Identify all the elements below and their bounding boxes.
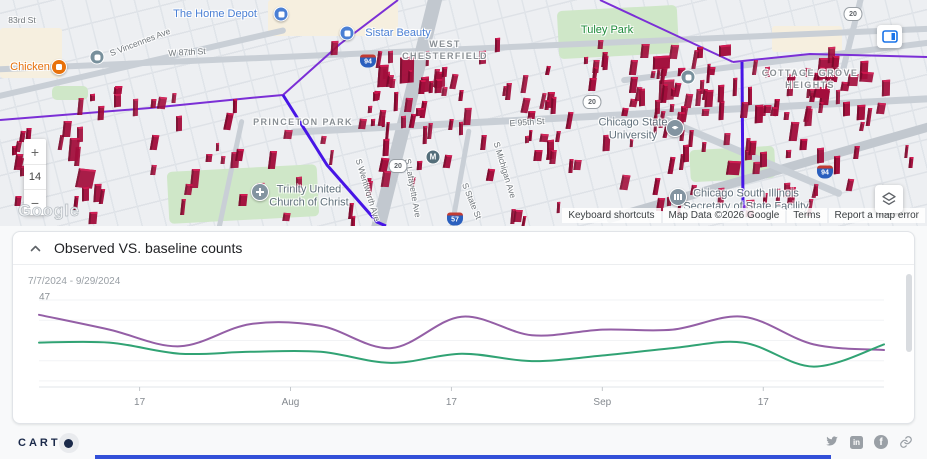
- share-link-icon[interactable]: [899, 435, 913, 449]
- map-park-area: [52, 86, 88, 100]
- poi-label[interactable]: Sistar Beauty: [365, 27, 430, 40]
- zoom-in-button[interactable]: +: [24, 139, 46, 164]
- poi-glyph: [56, 64, 62, 70]
- pin-blue-icon[interactable]: [273, 6, 289, 22]
- widget-card-observed-vs-baseline: Observed VS. baseline counts 7/7/2024 - …: [12, 231, 915, 424]
- card-scrollbar-thumb[interactable]: [906, 274, 912, 352]
- chart-y-max-label: 47: [39, 292, 51, 303]
- social-links: in f: [825, 435, 913, 449]
- map-canvas[interactable]: 83rd St S Vincennes Ave W 87th St E 95th St…: [0, 0, 927, 226]
- poi-label[interactable]: The Home Depot: [173, 8, 257, 21]
- x-tick-label: Sep: [593, 397, 611, 408]
- series-line-baseline: [38, 340, 885, 368]
- widget-title: Observed VS. baseline counts: [54, 240, 243, 256]
- poi-label[interactable]: Tuley Park: [581, 24, 633, 37]
- google-logo[interactable]: Google: [18, 201, 80, 221]
- x-tick-label: 17: [758, 397, 770, 408]
- x-tick-label: 17: [134, 397, 146, 408]
- series-line-observed: [38, 313, 885, 351]
- linkedin-icon[interactable]: in: [850, 435, 863, 449]
- carto-logo-o: [58, 433, 79, 453]
- poi-glyph: [671, 125, 679, 130]
- split-panel-icon: [881, 30, 898, 43]
- twitter-icon[interactable]: [825, 436, 839, 448]
- zoom-level: 14: [24, 164, 46, 190]
- circle-cap-icon[interactable]: [666, 119, 684, 137]
- chevron-up-icon: [30, 245, 41, 251]
- x-tick-label: 17: [446, 397, 458, 408]
- circle-bars-icon[interactable]: [669, 188, 687, 206]
- split-view-button[interactable]: [877, 25, 902, 48]
- layers-icon: [882, 192, 896, 205]
- poi-glyph: [674, 194, 682, 200]
- app: 83rd St S Vincennes Ave W 87th St E 95th St…: [0, 0, 927, 459]
- carto-logo-letters: CART: [18, 437, 61, 449]
- collapse-button[interactable]: [30, 245, 41, 252]
- poi-label[interactable]: Chicken: [10, 61, 50, 74]
- attribution-link[interactable]: Keyboard shortcuts: [562, 208, 661, 223]
- facebook-icon[interactable]: f: [874, 435, 888, 449]
- poi-glyph: [256, 191, 264, 193]
- poi-glyph: [278, 11, 284, 17]
- poi-label[interactable]: Chicago State University: [598, 117, 667, 142]
- bottom-progress-bar: [95, 455, 831, 459]
- map-attribution: Keyboard shortcuts Map Data ©2026 Google T…: [562, 208, 925, 223]
- poi-label[interactable]: Trinity United Church of Christ: [269, 184, 348, 209]
- attribution-link[interactable]: Terms: [787, 208, 827, 223]
- pin-food-icon[interactable]: [51, 59, 67, 75]
- widget-header: Observed VS. baseline counts: [13, 232, 914, 265]
- carto-logo[interactable]: CART: [18, 433, 79, 453]
- circle-cross-icon[interactable]: [251, 183, 269, 201]
- chart-date-range: 7/7/2024 - 9/29/2024: [28, 276, 121, 287]
- x-tick-label: Aug: [282, 397, 300, 408]
- poi-glyph: [344, 30, 350, 36]
- layers-button[interactable]: [875, 185, 903, 213]
- pin-blue-icon[interactable]: [339, 25, 355, 41]
- attribution-text: Map Data ©2026 Google: [662, 208, 786, 223]
